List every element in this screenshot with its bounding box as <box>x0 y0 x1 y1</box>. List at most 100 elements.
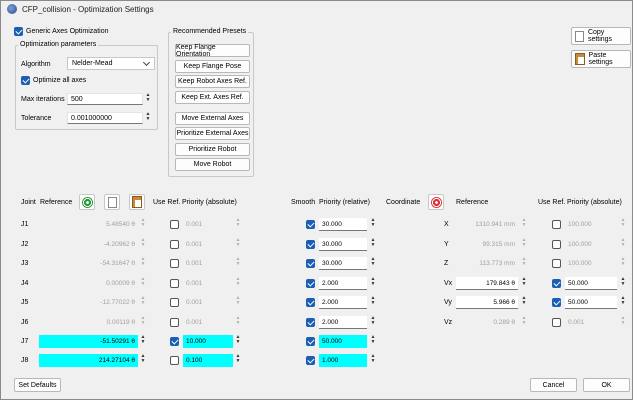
joint-smooth-checkbox[interactable] <box>306 220 315 229</box>
coordinate-use-ref-checkbox[interactable] <box>552 298 561 307</box>
preset-move-robot-button[interactable]: Move Robot <box>175 158 250 171</box>
joint-priority-abs-field[interactable]: 0.001 <box>183 316 233 329</box>
joint-paste-button[interactable] <box>129 194 145 210</box>
cancel-button[interactable]: Cancel <box>530 378 577 392</box>
coordinate-use-ref-checkbox[interactable] <box>552 318 561 327</box>
joint-priority-rel-field[interactable]: 30.000 <box>319 238 367 251</box>
generic-axes-checkbox[interactable] <box>14 27 23 36</box>
joint-priority-rel-spinner[interactable]: ▲ ▼ <box>369 257 377 269</box>
joint-priority-abs-field[interactable]: 0.001 <box>183 296 233 309</box>
preset-keep-ext-axes-ref-button[interactable]: Keep Ext. Axes Ref. <box>175 91 250 104</box>
tolerance-spinner[interactable]: ▲ ▼ <box>144 112 152 124</box>
joint-priority-abs-field[interactable]: 0.001 <box>183 257 233 270</box>
joint-priority-abs-field[interactable]: 0.001 <box>183 277 233 290</box>
preset-keep-flange-orientation-button[interactable]: Keep Flange Orientation <box>175 44 250 58</box>
coordinate-priority-abs-field[interactable]: 50.000 <box>565 296 617 309</box>
joint-reference-field[interactable]: -51.50291 θ <box>39 335 138 348</box>
preset-keep-robot-axes-ref-button[interactable]: Keep Robot Axes Ref. <box>175 75 250 88</box>
joint-reference-spinner[interactable]: ▲ ▼ <box>139 296 147 308</box>
coordinate-reference-field[interactable]: 113.773 mm <box>456 257 518 270</box>
coordinate-priority-abs-spinner[interactable]: ▲ ▼ <box>619 238 627 250</box>
joint-reference-spinner[interactable]: ▲ ▼ <box>139 354 147 366</box>
preset-move-external-axes-button[interactable]: Move External Axes <box>175 112 250 125</box>
joint-priority-abs-field[interactable]: 0.001 <box>183 238 233 251</box>
copy-settings-button[interactable]: Copy settings <box>571 27 631 45</box>
joint-smooth-checkbox[interactable] <box>306 240 315 249</box>
coordinate-target-button[interactable] <box>428 194 444 210</box>
ok-button[interactable]: OK <box>583 378 630 392</box>
joint-priority-abs-spinner[interactable]: ▲ ▼ <box>234 335 242 347</box>
joint-use-ref-checkbox[interactable] <box>170 259 179 268</box>
coordinate-priority-abs-spinner[interactable]: ▲ ▼ <box>619 316 627 328</box>
coordinate-use-ref-checkbox[interactable] <box>552 220 561 229</box>
coordinate-reference-spinner[interactable]: ▲ ▼ <box>520 296 528 308</box>
coordinate-use-ref-checkbox[interactable] <box>552 279 561 288</box>
joint-priority-rel-field[interactable]: 1.000 <box>319 354 367 367</box>
coordinate-reference-field[interactable]: 5.966 θ <box>456 296 518 309</box>
coordinate-reference-spinner[interactable]: ▲ ▼ <box>520 316 528 328</box>
joint-use-ref-checkbox[interactable] <box>170 279 179 288</box>
joint-smooth-checkbox[interactable] <box>306 337 315 346</box>
joint-priority-abs-spinner[interactable]: ▲ ▼ <box>234 354 242 366</box>
joint-reference-field[interactable]: -54.31647 θ <box>39 257 138 270</box>
joint-reference-spinner[interactable]: ▲ ▼ <box>139 277 147 289</box>
joint-reference-spinner[interactable]: ▲ ▼ <box>139 316 147 328</box>
coordinate-use-ref-checkbox[interactable] <box>552 259 561 268</box>
joint-target-button[interactable] <box>79 194 95 210</box>
joint-reference-field[interactable]: 0.00009 θ <box>39 277 138 290</box>
joint-priority-rel-spinner[interactable]: ▲ ▼ <box>369 354 377 366</box>
coordinate-priority-abs-spinner[interactable]: ▲ ▼ <box>619 218 627 230</box>
joint-smooth-checkbox[interactable] <box>306 298 315 307</box>
tolerance-input[interactable]: 0.001000000 <box>67 112 143 124</box>
joint-reference-spinner[interactable]: ▲ ▼ <box>139 335 147 347</box>
joint-use-ref-checkbox[interactable] <box>170 337 179 346</box>
joint-use-ref-checkbox[interactable] <box>170 240 179 249</box>
joint-priority-rel-spinner[interactable]: ▲ ▼ <box>369 335 377 347</box>
joint-reference-field[interactable]: -4.20962 θ <box>39 238 138 251</box>
preset-prioritize-external-axes-button[interactable]: Prioritize External Axes <box>175 127 250 140</box>
coordinate-priority-abs-field[interactable]: 50.000 <box>565 277 617 290</box>
coordinate-reference-spinner[interactable]: ▲ ▼ <box>520 238 528 250</box>
joint-reference-field[interactable]: 214.27104 θ <box>39 354 138 367</box>
joint-priority-rel-spinner[interactable]: ▲ ▼ <box>369 277 377 289</box>
max-iterations-spinner[interactable]: ▲ ▼ <box>144 93 152 105</box>
joint-priority-rel-spinner[interactable]: ▲ ▼ <box>369 316 377 328</box>
joint-priority-rel-field[interactable]: 2.000 <box>319 296 367 309</box>
joint-reference-spinner[interactable]: ▲ ▼ <box>139 218 147 230</box>
joint-priority-rel-field[interactable]: 30.000 <box>319 218 367 231</box>
joint-priority-abs-spinner[interactable]: ▲ ▼ <box>234 296 242 308</box>
max-iterations-input[interactable]: 500 <box>67 93 143 105</box>
joint-reference-field[interactable]: 5.48540 θ <box>39 218 138 231</box>
coordinate-reference-field[interactable]: 1310.941 mm <box>456 218 518 231</box>
algorithm-select[interactable]: Nelder-Mead <box>67 57 155 70</box>
joint-priority-rel-spinner[interactable]: ▲ ▼ <box>369 296 377 308</box>
joint-priority-rel-field[interactable]: 50.000 <box>319 335 367 348</box>
coordinate-reference-field[interactable]: 99.315 mm <box>456 238 518 251</box>
coordinate-reference-spinner[interactable]: ▲ ▼ <box>520 218 528 230</box>
preset-prioritize-robot-button[interactable]: Prioritize Robot <box>175 143 250 156</box>
joint-use-ref-checkbox[interactable] <box>170 298 179 307</box>
coordinate-reference-field[interactable]: 0.289 θ <box>456 316 518 329</box>
joint-priority-rel-field[interactable]: 30.000 <box>319 257 367 270</box>
coordinate-reference-spinner[interactable]: ▲ ▼ <box>520 257 528 269</box>
joint-priority-rel-spinner[interactable]: ▲ ▼ <box>369 238 377 250</box>
coordinate-priority-abs-spinner[interactable]: ▲ ▼ <box>619 277 627 289</box>
joint-priority-abs-spinner[interactable]: ▲ ▼ <box>234 257 242 269</box>
joint-reference-spinner[interactable]: ▲ ▼ <box>139 257 147 269</box>
coordinate-use-ref-checkbox[interactable] <box>552 240 561 249</box>
joint-use-ref-checkbox[interactable] <box>170 318 179 327</box>
joint-reference-spinner[interactable]: ▲ ▼ <box>139 238 147 250</box>
joint-smooth-checkbox[interactable] <box>306 259 315 268</box>
coordinate-reference-field[interactable]: 179.843 θ <box>456 277 518 290</box>
joint-copy-button[interactable] <box>104 194 120 210</box>
joint-priority-abs-spinner[interactable]: ▲ ▼ <box>234 238 242 250</box>
joint-smooth-checkbox[interactable] <box>306 356 315 365</box>
preset-keep-flange-pose-button[interactable]: Keep Flange Pose <box>175 60 250 73</box>
optimize-all-checkbox[interactable] <box>21 76 30 85</box>
coordinate-priority-abs-field[interactable]: 100.000 <box>565 238 617 251</box>
joint-priority-rel-spinner[interactable]: ▲ ▼ <box>369 218 377 230</box>
joint-priority-abs-field[interactable]: 10.000 <box>183 335 233 348</box>
joint-priority-rel-field[interactable]: 2.000 <box>319 316 367 329</box>
coordinate-reference-spinner[interactable]: ▲ ▼ <box>520 277 528 289</box>
joint-use-ref-checkbox[interactable] <box>170 356 179 365</box>
